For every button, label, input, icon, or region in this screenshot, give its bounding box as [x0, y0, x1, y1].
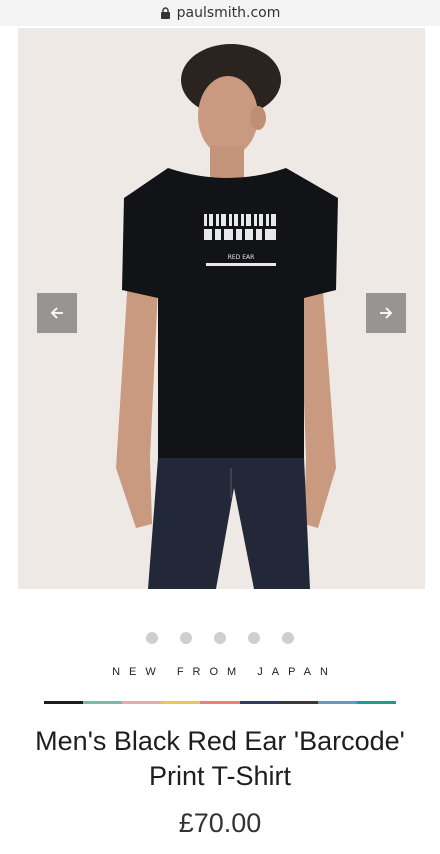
gallery-next-button[interactable]: [366, 293, 406, 333]
brand-stripe-divider: [44, 701, 396, 704]
gallery-dots: [0, 632, 440, 644]
arrow-right-icon: [380, 307, 393, 319]
product-tagline: NEW FROM JAPAN: [112, 666, 337, 678]
product-image[interactable]: RED EAR: [18, 28, 425, 589]
gallery-dot-4[interactable]: [248, 632, 260, 644]
gallery-dot-3[interactable]: [214, 632, 226, 644]
product-photo: RED EAR: [18, 28, 425, 589]
lock-icon: [160, 7, 171, 19]
product-price: £70.00: [178, 808, 262, 838]
gallery-prev-button[interactable]: [37, 293, 77, 333]
gallery-dot-5[interactable]: [282, 632, 294, 644]
address-bar[interactable]: paulsmith.com: [0, 0, 440, 26]
product-title: Men's Black Red Ear 'Barcode' Print T-Sh…: [0, 724, 440, 794]
svg-text:RED EAR: RED EAR: [228, 254, 255, 261]
product-title-line-2: Print T-Shirt: [148, 761, 292, 791]
gallery-dot-2[interactable]: [180, 632, 192, 644]
url-text: paulsmith.com: [176, 5, 281, 21]
arrow-left-icon: [50, 307, 63, 319]
gallery-dot-1[interactable]: [146, 632, 158, 644]
product-title-line-1: Men's Black Red Ear 'Barcode': [35, 726, 405, 756]
